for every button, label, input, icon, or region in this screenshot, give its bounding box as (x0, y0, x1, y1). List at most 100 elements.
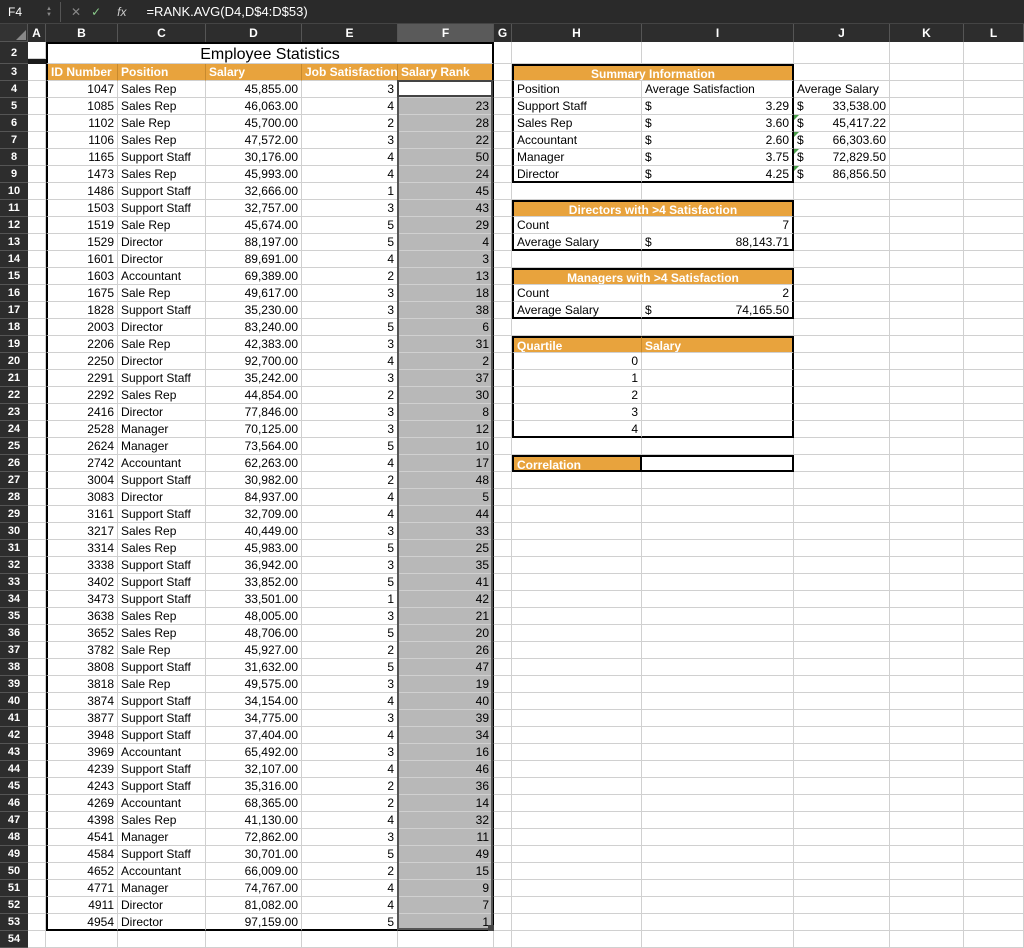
cell[interactable] (642, 42, 794, 64)
cell[interactable] (890, 319, 964, 336)
cell[interactable]: 14 (398, 795, 494, 812)
cell[interactable] (28, 319, 46, 336)
cell[interactable] (512, 676, 642, 693)
cell[interactable] (642, 863, 794, 880)
cell[interactable] (890, 506, 964, 523)
cell[interactable] (794, 285, 890, 302)
cell[interactable] (494, 608, 512, 625)
cell[interactable]: 1102 (46, 115, 118, 132)
cell[interactable]: 4541 (46, 829, 118, 846)
cell[interactable] (890, 200, 964, 217)
cell[interactable]: 3 (302, 421, 398, 438)
row-header-2[interactable]: 2 (0, 42, 28, 64)
cell[interactable]: 4 (302, 166, 398, 183)
cell[interactable]: Director (118, 897, 206, 914)
cell[interactable]: Support Staff (118, 727, 206, 744)
cell[interactable] (964, 659, 1024, 676)
cell[interactable] (890, 132, 964, 149)
cell[interactable]: 38 (398, 302, 494, 319)
cell[interactable] (794, 336, 890, 353)
row-header-20[interactable]: 20 (0, 353, 28, 370)
cell[interactable] (794, 557, 890, 574)
cell[interactable] (964, 863, 1024, 880)
cell[interactable] (28, 540, 46, 557)
cell[interactable] (28, 710, 46, 727)
cell[interactable] (794, 302, 890, 319)
cell[interactable]: 3 (302, 744, 398, 761)
cell[interactable] (890, 268, 964, 285)
cell[interactable] (964, 710, 1024, 727)
row-header-53[interactable]: 53 (0, 914, 28, 931)
cell[interactable]: 3161 (46, 506, 118, 523)
row-header-13[interactable]: 13 (0, 234, 28, 251)
cell[interactable]: 2206 (46, 336, 118, 353)
cell[interactable]: 3874 (46, 693, 118, 710)
cell[interactable] (512, 795, 642, 812)
cell[interactable] (494, 914, 512, 931)
cell[interactable]: 42 (398, 591, 494, 608)
row-header-34[interactable]: 34 (0, 591, 28, 608)
cell[interactable]: Director (118, 914, 206, 931)
cell[interactable]: 3 (302, 132, 398, 149)
cell[interactable]: 40 (398, 693, 494, 710)
row-header-41[interactable]: 41 (0, 710, 28, 727)
cell[interactable] (794, 591, 890, 608)
cell[interactable] (512, 625, 642, 642)
cell[interactable]: 3 (302, 523, 398, 540)
row-header-44[interactable]: 44 (0, 761, 28, 778)
cell[interactable]: 1603 (46, 268, 118, 285)
cell[interactable]: 34 (398, 727, 494, 744)
cell[interactable] (964, 149, 1024, 166)
cell[interactable] (642, 387, 794, 404)
cell[interactable]: 3314 (46, 540, 118, 557)
cell[interactable] (794, 863, 890, 880)
cell[interactable] (642, 880, 794, 897)
cell[interactable] (512, 438, 642, 455)
cell[interactable] (794, 421, 890, 438)
cell[interactable] (794, 234, 890, 251)
cell[interactable] (494, 370, 512, 387)
cell[interactable]: 35,242.00 (206, 370, 302, 387)
cell[interactable] (890, 64, 964, 81)
cell[interactable] (28, 64, 46, 81)
cell[interactable] (794, 676, 890, 693)
cell[interactable]: 5 (302, 659, 398, 676)
cell[interactable]: 18 (398, 285, 494, 302)
cell[interactable]: 46,063.00 (206, 98, 302, 115)
cell[interactable]: 3 (512, 404, 642, 421)
cell[interactable] (642, 897, 794, 914)
cell[interactable]: 33 (398, 523, 494, 540)
cancel-icon[interactable]: ✕ (71, 5, 81, 19)
cell[interactable]: 32,757.00 (206, 200, 302, 217)
cell[interactable] (642, 812, 794, 829)
cell[interactable]: 44,854.00 (206, 387, 302, 404)
cell[interactable]: Correlation (512, 455, 642, 472)
cell[interactable] (28, 285, 46, 302)
cell[interactable] (494, 693, 512, 710)
cell[interactable] (494, 302, 512, 319)
cell[interactable] (794, 217, 890, 234)
cell[interactable] (964, 404, 1024, 421)
cell[interactable] (494, 625, 512, 642)
cell[interactable]: 77,846.00 (206, 404, 302, 421)
cell[interactable] (890, 98, 964, 115)
cell[interactable] (890, 931, 964, 948)
cell[interactable] (642, 608, 794, 625)
cell[interactable]: Sale Rep (118, 217, 206, 234)
cell[interactable]: 1601 (46, 251, 118, 268)
cell[interactable] (28, 336, 46, 353)
cell[interactable] (642, 574, 794, 591)
cell[interactable]: Support Staff (118, 557, 206, 574)
cell[interactable] (512, 863, 642, 880)
cell[interactable]: 1486 (46, 183, 118, 200)
cell[interactable] (964, 370, 1024, 387)
cell[interactable]: 33,852.00 (206, 574, 302, 591)
cell[interactable] (642, 319, 794, 336)
cell[interactable]: 36 (398, 778, 494, 795)
cell[interactable]: 4584 (46, 846, 118, 863)
cell[interactable]: Salary (642, 336, 794, 353)
col-header-F[interactable]: F (398, 24, 494, 42)
cell[interactable]: 7 (642, 217, 794, 234)
cell[interactable]: 45,993.00 (206, 166, 302, 183)
cell[interactable] (494, 846, 512, 863)
